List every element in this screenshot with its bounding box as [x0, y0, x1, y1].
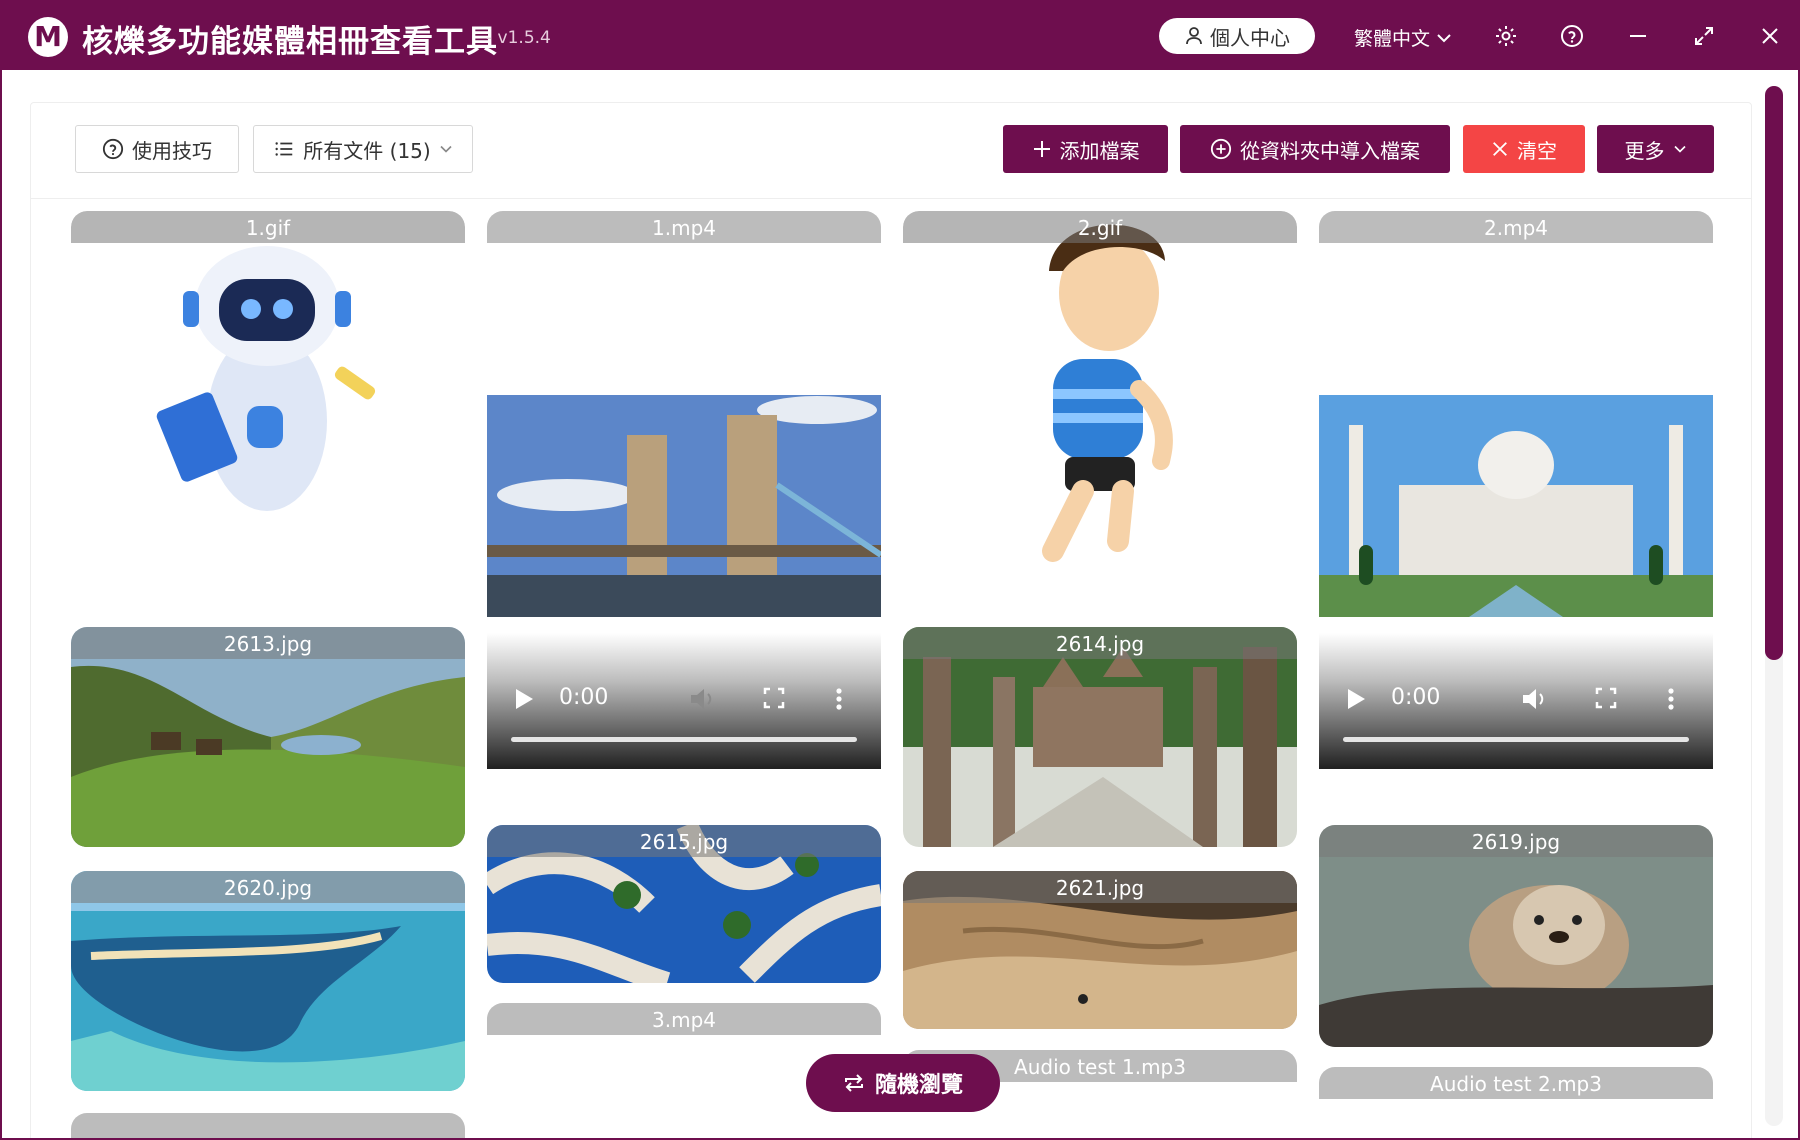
video-player[interactable]: 0:00 — [1319, 633, 1713, 769]
volume-icon[interactable] — [1521, 687, 1549, 711]
tile-label[interactable]: Audio test 2.mp3 — [1319, 1067, 1713, 1099]
user-icon — [1186, 27, 1202, 45]
add-file-label: 添加檔案 — [1059, 138, 1140, 163]
close-icon — [1493, 142, 1507, 156]
tile-label[interactable]: 2.mp4 — [1319, 211, 1713, 243]
tips-button[interactable]: 使用技巧 — [75, 125, 239, 173]
fullscreen-icon[interactable] — [1595, 687, 1617, 709]
media-grid: 1.gif 2613.jpg 2620.jpg 1.mp4 0:00 2615.… — [31, 199, 1751, 1138]
tile-label: 2621.jpg — [903, 871, 1297, 903]
tile-label: 2614.jpg — [903, 627, 1297, 659]
tile-label: 2620.jpg — [71, 871, 465, 903]
scrollbar[interactable] — [1765, 86, 1783, 1126]
close-button[interactable] — [1756, 22, 1784, 50]
help-button[interactable] — [1558, 22, 1586, 50]
question-icon — [1561, 25, 1583, 47]
minimize-icon — [1630, 35, 1646, 37]
scrollbar-thumb[interactable] — [1765, 86, 1783, 660]
gear-icon — [1496, 26, 1516, 46]
plus-circle-icon — [1210, 138, 1232, 160]
video-time: 0:00 — [1391, 685, 1441, 710]
close-icon — [1762, 28, 1778, 44]
import-folder-label: 從資料夾中導入檔案 — [1240, 138, 1420, 163]
more-dropdown[interactable]: 更多 — [1597, 125, 1714, 173]
tile-label: 1.gif — [71, 211, 465, 243]
media-tile-partial[interactable] — [71, 1113, 465, 1138]
boy-image — [903, 211, 1297, 571]
media-tile[interactable]: 2613.jpg — [71, 627, 465, 847]
video-progress[interactable] — [511, 737, 857, 742]
tile-label: 2615.jpg — [487, 825, 881, 857]
volume-icon[interactable] — [689, 687, 717, 711]
expand-icon — [1695, 27, 1713, 45]
profile-button[interactable]: 個人中心 — [1159, 18, 1315, 54]
chevron-down-icon — [1673, 145, 1686, 153]
tips-label: 使用技巧 — [132, 138, 212, 163]
toolbar: 使用技巧 所有文件 (15) 添加檔案 從資料夾中導入檔案 清空 更多 — [31, 103, 1751, 199]
list-icon — [275, 142, 293, 156]
media-tile[interactable]: 2.gif — [903, 211, 1297, 571]
otter-image — [1319, 825, 1713, 1047]
more-vertical-icon[interactable] — [835, 687, 843, 711]
clear-label: 清空 — [1517, 138, 1557, 163]
import-folder-button[interactable]: 從資料夾中導入檔案 — [1180, 125, 1450, 173]
taj-mahal-image — [1319, 395, 1713, 617]
tile-label: 2.gif — [903, 211, 1297, 243]
more-vertical-icon[interactable] — [1667, 687, 1675, 711]
main-panel: 使用技巧 所有文件 (15) 添加檔案 從資料夾中導入檔案 清空 更多 1.gi… — [30, 102, 1752, 1138]
random-browse-button[interactable]: 隨機瀏覽 — [806, 1054, 1000, 1112]
app-window: M 核爍多功能媒體相冊查看工具 - v1.5.4 個人中心 繁體中文 使用技巧 … — [0, 0, 1800, 1140]
maximize-button[interactable] — [1690, 22, 1718, 50]
media-tile[interactable] — [487, 395, 881, 617]
chevron-down-icon — [1437, 33, 1451, 42]
minimize-button[interactable] — [1624, 22, 1652, 50]
plus-icon — [1033, 141, 1050, 157]
video-time: 0:00 — [559, 685, 609, 710]
clear-button[interactable]: 清空 — [1463, 125, 1585, 173]
media-tile[interactable]: 2614.jpg — [903, 627, 1297, 847]
more-label: 更多 — [1624, 138, 1665, 163]
app-logo: M — [28, 17, 68, 57]
bridge-image — [487, 395, 881, 617]
app-title: 核爍多功能媒體相冊查看工具 — [82, 24, 498, 60]
repeat-icon — [844, 1074, 863, 1092]
video-player[interactable]: 0:00 — [487, 633, 881, 769]
media-tile[interactable] — [1319, 395, 1713, 617]
media-tile[interactable]: 2621.jpg — [903, 871, 1297, 1029]
language-label: 繁體中文 — [1354, 28, 1431, 50]
media-tile[interactable]: 1.gif — [71, 211, 465, 571]
chevron-down-icon — [440, 145, 452, 153]
tile-label: 2613.jpg — [71, 627, 465, 659]
add-file-button[interactable]: 添加檔案 — [1003, 125, 1168, 173]
fullscreen-icon[interactable] — [763, 687, 785, 709]
settings-button[interactable] — [1492, 22, 1520, 50]
tile-label[interactable]: 1.mp4 — [487, 211, 881, 243]
language-select[interactable]: 繁體中文 — [1354, 24, 1452, 51]
tile-label: 2619.jpg — [1319, 825, 1713, 857]
file-filter-dropdown[interactable]: 所有文件 (15) — [253, 125, 473, 173]
video-progress[interactable] — [1343, 737, 1689, 742]
media-tile[interactable]: 2620.jpg — [71, 871, 465, 1091]
temple-image — [903, 627, 1297, 847]
question-icon — [102, 138, 124, 160]
robot-image — [71, 211, 465, 571]
profile-label: 個人中心 — [1210, 25, 1290, 50]
reef-image — [71, 871, 465, 1091]
tile-label[interactable]: 3.mp4 — [487, 1003, 881, 1035]
random-browse-label: 隨機瀏覽 — [874, 1073, 963, 1098]
landscape-image — [71, 627, 465, 847]
app-version: - v1.5.4 — [486, 28, 551, 48]
title-bar: M 核爍多功能媒體相冊查看工具 - v1.5.4 個人中心 繁體中文 — [2, 2, 1798, 70]
media-tile[interactable]: 2615.jpg — [487, 825, 881, 983]
play-icon[interactable] — [1345, 687, 1367, 711]
play-icon[interactable] — [513, 687, 535, 711]
media-tile[interactable]: 2619.jpg — [1319, 825, 1713, 1047]
file-filter-label: 所有文件 (15) — [303, 138, 431, 163]
